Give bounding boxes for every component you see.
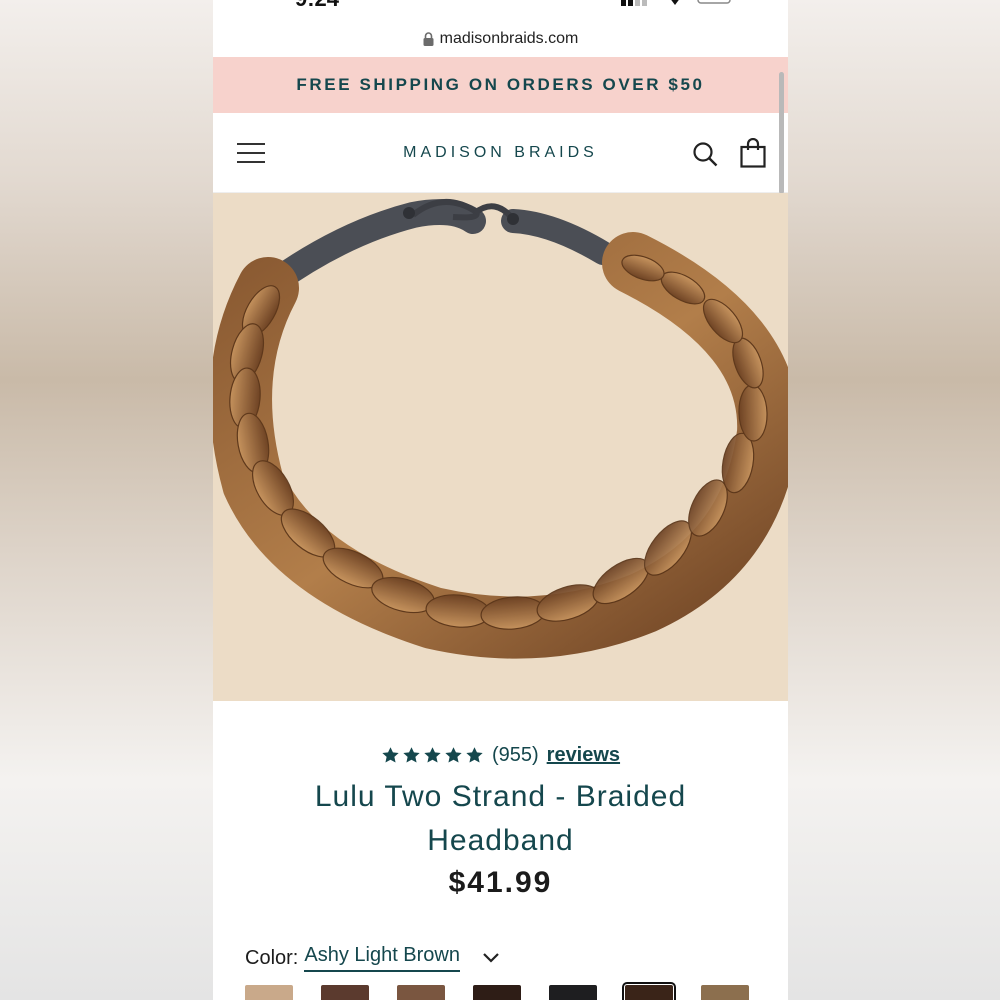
star-icon: [403, 746, 420, 763]
review-count: (955): [491, 743, 539, 766]
page-scrollbar[interactable]: [779, 72, 784, 194]
hamburger-menu-icon[interactable]: [237, 141, 265, 165]
color-swatch[interactable]: [321, 985, 369, 1000]
color-swatch[interactable]: [549, 985, 597, 1000]
chevron-down-icon[interactable]: [482, 952, 500, 964]
promo-banner: FREE SHIPPING ON ORDERS OVER $50: [213, 57, 788, 113]
product-title-line-2: Headband: [427, 824, 574, 857]
braided-headband-image: [213, 198, 788, 659]
promo-text: FREE SHIPPING ON ORDERS OVER $50: [296, 75, 705, 94]
product-title-line-1: Lulu Two Strand - Braided: [314, 780, 687, 813]
brand-name: MADISON BRAIDS: [403, 143, 598, 161]
product-title: Lulu Two Strand - Braided Headband: [243, 775, 758, 863]
color-swatch[interactable]: [473, 985, 521, 1000]
star-icon: [445, 746, 462, 763]
status-bar: 9:24: [213, 0, 788, 24]
color-value[interactable]: Ashy Light Brown: [304, 944, 460, 972]
color-label: Color:: [245, 946, 299, 969]
star-rating: [381, 746, 484, 765]
lock-icon: [423, 32, 434, 46]
product-rating[interactable]: (955) reviews: [213, 740, 788, 770]
product-price: $41.99: [448, 866, 553, 899]
search-icon[interactable]: [692, 141, 718, 167]
color-swatches: [245, 982, 749, 1000]
star-icon: [466, 746, 483, 763]
shopping-bag-icon[interactable]: [740, 138, 766, 168]
url-text: madisonbraids.com: [439, 30, 579, 47]
battery-icon: [697, 0, 731, 4]
status-time: 9:24: [295, 0, 339, 12]
color-swatch[interactable]: [622, 982, 676, 1000]
color-swatch[interactable]: [397, 985, 445, 1000]
url-bar[interactable]: madisonbraids.com: [213, 24, 788, 54]
color-swatch[interactable]: [245, 985, 293, 1000]
signal-icon: [621, 0, 647, 6]
product-image[interactable]: [213, 193, 788, 701]
star-icon: [424, 746, 441, 763]
wifi-icon: [671, 0, 679, 5]
color-swatch[interactable]: [701, 985, 749, 1000]
color-selector[interactable]: Color: Ashy Light Brown: [245, 942, 500, 974]
phone-screen: 9:24 madisonbraids.com FREE SHIPPING ON …: [213, 0, 788, 1000]
site-header: MADISON BRAIDS: [213, 113, 788, 193]
star-icon: [382, 746, 399, 763]
reviews-link[interactable]: reviews: [547, 744, 620, 767]
